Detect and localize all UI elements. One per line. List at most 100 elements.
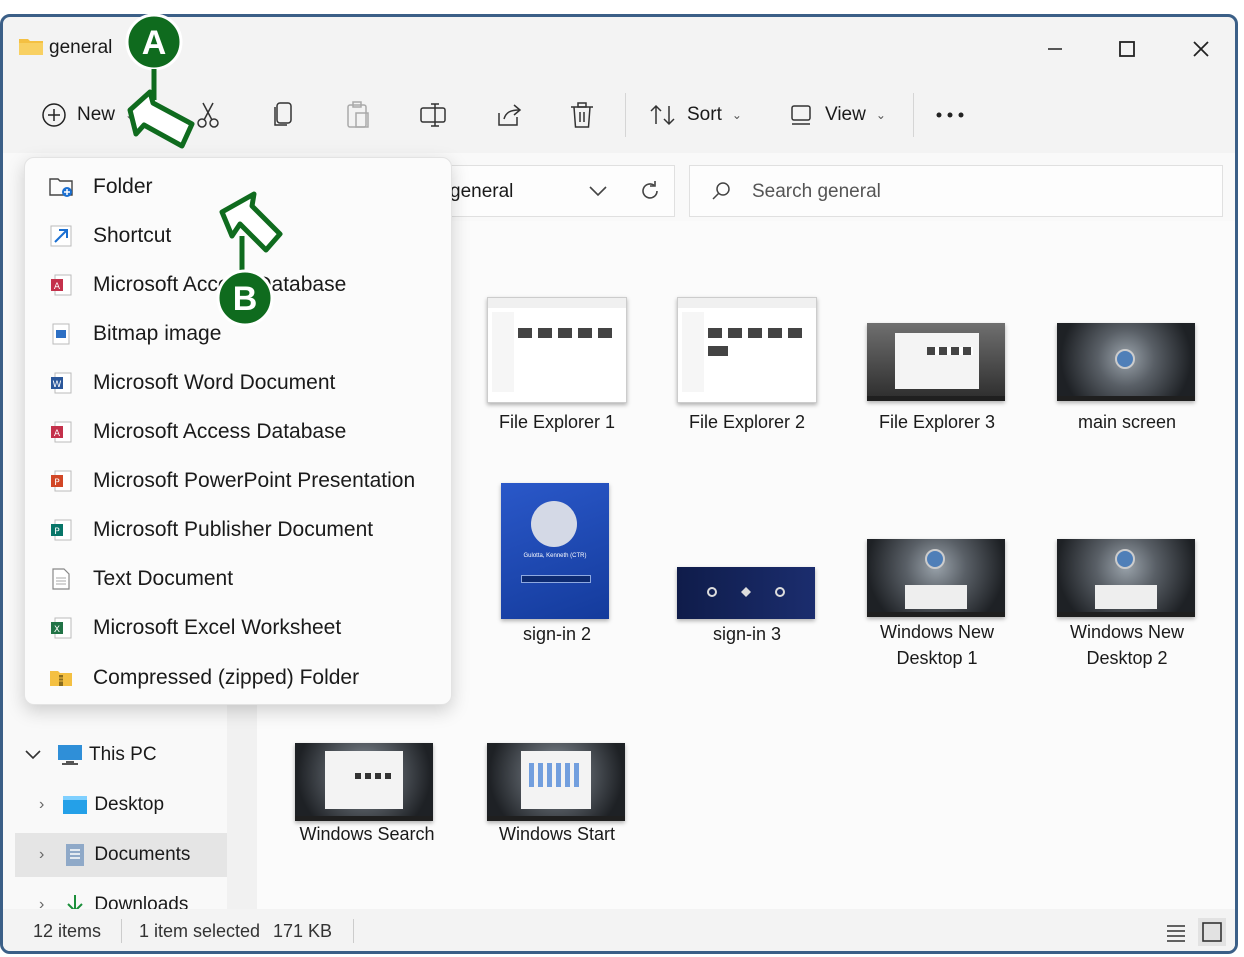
file-label: Windows Start [498, 824, 616, 844]
thumbnail [677, 297, 817, 403]
menu-item-label: Microsoft Publisher Document [93, 518, 374, 541]
signin-user: Gulotta, Kenneth (CTR) [523, 553, 587, 559]
bitmap-icon [52, 323, 70, 345]
menu-item-label: Text Document [93, 567, 234, 590]
word-icon: W [51, 372, 72, 394]
paste-button[interactable] [345, 95, 371, 135]
chevron-down-icon: ⌄ [875, 108, 886, 122]
search-icon [712, 182, 730, 200]
file-tile-file-explorer-2[interactable]: File Explorer 2 [657, 281, 837, 432]
sidebar-item-desktop[interactable]: › Desktop [15, 783, 227, 827]
thumbnail [867, 539, 1005, 617]
menu-item-compressed-folder[interactable]: Compressed (zipped) Folder [25, 655, 451, 701]
zip-folder-icon [50, 671, 72, 686]
search-box[interactable]: Search general [689, 165, 1223, 217]
file-tile-windows-new-desktop-2[interactable]: Windows New Desktop 2 [1037, 473, 1217, 668]
menu-item-word-document[interactable]: W Microsoft Word Document [25, 360, 451, 406]
chevron-right-icon[interactable]: › [39, 796, 44, 814]
svg-text:A: A [54, 282, 61, 292]
menu-item-text-document[interactable]: Text Document [25, 556, 451, 602]
file-tile-file-explorer-3[interactable]: File Explorer 3 [847, 281, 1027, 432]
new-folder-icon [49, 178, 73, 197]
details-view-icon[interactable] [1165, 921, 1187, 943]
sidebar-item-this-pc[interactable]: This PC [15, 733, 227, 777]
thumbnail [867, 323, 1005, 401]
menu-item-powerpoint-presentation[interactable]: P Microsoft PowerPoint Presentation [25, 458, 451, 504]
computer-icon [58, 745, 82, 765]
sort-button[interactable]: Sort ⌄ [649, 95, 742, 135]
view-button[interactable]: View ⌄ [789, 95, 886, 135]
minimize-icon [1048, 48, 1062, 50]
menu-item-access-database-2[interactable]: A Microsoft Access Database [25, 409, 451, 455]
copy-button[interactable] [271, 95, 295, 135]
menu-item-label: Microsoft PowerPoint Presentation [93, 469, 416, 492]
svg-text:P: P [54, 527, 60, 537]
publisher-icon: P [51, 519, 72, 541]
chevron-down-icon[interactable] [588, 184, 608, 198]
delete-button[interactable] [569, 95, 595, 135]
more-options-button[interactable] [935, 95, 965, 135]
powerpoint-icon: P [51, 470, 72, 492]
thumbnail [677, 567, 815, 619]
thumbnail [1057, 323, 1195, 401]
selection-status: 1 item selected [139, 921, 261, 941]
refresh-icon[interactable] [638, 179, 662, 203]
trash-icon [571, 102, 593, 128]
text-document-icon [52, 568, 70, 590]
copy-icon [274, 102, 292, 126]
sidebar-item-documents[interactable]: › Documents [15, 833, 227, 877]
share-icon [498, 104, 522, 126]
thumbnail [487, 743, 625, 821]
file-label: Windows Search [299, 824, 435, 844]
menu-item-label: Microsoft Excel Worksheet [93, 616, 342, 639]
menu-item-label: Folder [93, 175, 153, 198]
file-tile-windows-search[interactable]: Windows Search [277, 731, 457, 861]
file-tile-main-screen[interactable]: main screen [1037, 281, 1217, 432]
large-icons-view-icon[interactable] [1197, 917, 1227, 947]
sidebar-item-label: Documents [94, 844, 191, 865]
rename-icon [420, 103, 446, 127]
file-label: sign-in 3 [712, 624, 782, 644]
file-label: Windows New Desktop 1 [879, 622, 995, 668]
close-button[interactable] [1181, 29, 1221, 69]
folder-icon [19, 39, 43, 55]
toolbar-separator [625, 93, 626, 137]
file-tile-windows-new-desktop-1[interactable]: Windows New Desktop 1 [847, 473, 1027, 668]
minimize-button[interactable] [1035, 29, 1075, 69]
maximize-icon [1119, 41, 1135, 57]
share-button[interactable] [495, 95, 523, 135]
plus-circle-icon [42, 103, 66, 127]
svg-text:P: P [54, 478, 60, 488]
svg-text:A: A [54, 429, 61, 439]
more-icon [936, 112, 964, 118]
file-label: File Explorer 1 [498, 412, 616, 432]
menu-item-excel-worksheet[interactable]: X Microsoft Excel Worksheet [25, 605, 451, 651]
file-label: main screen [1077, 412, 1177, 432]
callout-b-arrow: B [216, 191, 283, 327]
sort-label: Sort [687, 104, 722, 125]
sidebar-item-label: Desktop [94, 794, 165, 815]
file-tile-sign-in-3[interactable]: sign-in 3 [657, 473, 837, 644]
menu-item-publisher-document[interactable]: P Microsoft Publisher Document [25, 507, 451, 553]
address-bar[interactable]: general [423, 165, 675, 217]
window-title: general [49, 37, 113, 58]
thumbnail [487, 297, 627, 403]
excel-icon: X [51, 617, 72, 639]
file-tile-file-explorer-1[interactable]: File Explorer 1 [467, 281, 647, 432]
file-tile-sign-in-2[interactable]: Gulotta, Kenneth (CTR) sign-in 2 [467, 473, 647, 644]
sort-icon [650, 104, 675, 126]
chevron-down-icon[interactable] [23, 748, 43, 762]
search-input[interactable]: Search general [752, 181, 881, 203]
callout-a-label: A [142, 24, 167, 62]
desktop-icon [63, 796, 88, 814]
chevron-right-icon[interactable]: › [39, 846, 44, 864]
documents-icon [66, 844, 85, 866]
file-label: Windows New Desktop 2 [1069, 622, 1185, 668]
thumbnail [1057, 539, 1195, 617]
file-tile-windows-start[interactable]: Windows Start [467, 731, 647, 861]
menu-item-label: Microsoft Word Document [93, 371, 336, 394]
maximize-button[interactable] [1107, 29, 1147, 69]
rename-button[interactable] [419, 95, 447, 135]
callout-a-arrow: A [125, 13, 195, 149]
sidebar-item-label: This PC [89, 744, 157, 765]
